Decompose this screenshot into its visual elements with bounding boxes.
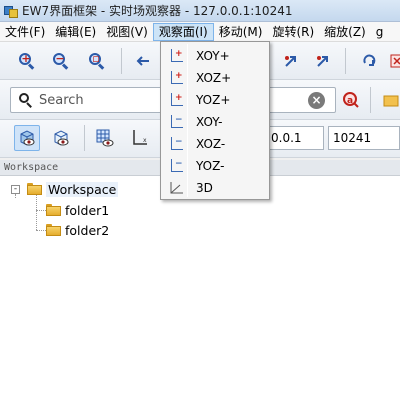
move-diag2-button[interactable]: [310, 48, 336, 74]
menu-zoom[interactable]: 缩放(Z): [319, 23, 371, 41]
menu-rotate[interactable]: 旋转(R): [267, 23, 319, 41]
menu-item-xoz-plus[interactable]: + XOZ+: [163, 67, 267, 89]
tree-item-folder1[interactable]: folder1: [46, 200, 109, 220]
wireframe-eye-icon: [54, 130, 69, 146]
menu-item-xoz-minus[interactable]: − XOZ-: [163, 133, 267, 155]
folder-icon: [46, 224, 61, 236]
menu-item-yoz-minus[interactable]: − YOZ-: [163, 155, 267, 177]
toolbar-separator: [121, 48, 122, 74]
rotate-icon: [363, 54, 376, 66]
clear-icon[interactable]: ×: [308, 92, 325, 109]
menu-observation-plane[interactable]: 观察面(I): [152, 22, 214, 41]
menu-item-xoy-plus[interactable]: + XOY+: [163, 45, 267, 67]
reset-button[interactable]: [384, 48, 400, 74]
cube-eye-icon: [20, 130, 35, 146]
search-go-icon: a: [343, 92, 359, 108]
grid-eye-icon: [96, 129, 114, 147]
menu-edit[interactable]: 编辑(E): [50, 23, 101, 41]
toolbar-separator: [370, 87, 371, 113]
tree-root-workspace[interactable]: - Workspace: [11, 179, 119, 199]
svg-text:a: a: [347, 96, 353, 106]
app-icon: [4, 4, 18, 18]
axis-icon: x: [133, 130, 147, 145]
extra-button[interactable]: [378, 87, 400, 113]
move-diagonal-icon: [317, 56, 328, 67]
plane-yoz-minus-icon: −: [168, 158, 184, 174]
menu-item-label: 3D: [196, 181, 213, 195]
plane-xoz-plus-icon: +: [168, 70, 184, 86]
folder-icon: [46, 204, 61, 216]
tree-label-folder1: folder1: [65, 202, 110, 218]
ip-address-field[interactable]: 0.0.1: [266, 126, 324, 150]
menu-item-label: XOZ+: [196, 71, 232, 85]
view-cube-button[interactable]: [14, 125, 40, 151]
menu-more[interactable]: g: [371, 23, 389, 41]
zoom-in-button[interactable]: +: [14, 48, 40, 74]
search-button[interactable]: a: [338, 87, 364, 113]
plane-xoy-minus-icon: −: [168, 114, 184, 130]
tree-label-workspace: Workspace: [46, 181, 119, 197]
workspace-tree: - Workspace folder1 folder2: [0, 176, 400, 400]
plane-xoz-minus-icon: −: [168, 136, 184, 152]
view-wire-button[interactable]: [48, 125, 74, 151]
search-icon: [19, 93, 33, 108]
toolbar-separator: [345, 48, 346, 74]
collapse-icon[interactable]: -: [11, 184, 20, 194]
title-bar: EW7界面框架 - 实时场观察器 - 127.0.0.1:10241: [0, 0, 400, 22]
svg-text:x: x: [143, 137, 147, 144]
plane-yoz-plus-icon: +: [168, 92, 184, 108]
menu-item-label: YOZ-: [196, 159, 225, 173]
plane-xoy-plus-icon: +: [168, 48, 184, 64]
port-field[interactable]: 10241: [328, 126, 400, 150]
menu-file[interactable]: 文件(F): [0, 23, 50, 41]
menu-item-xoy-minus[interactable]: − XOY-: [163, 111, 267, 133]
toolbar-separator: [84, 125, 85, 151]
folder-icon: [383, 95, 399, 107]
move-diag-button[interactable]: [278, 48, 304, 74]
menu-move[interactable]: 移动(M): [214, 23, 268, 41]
zoom-in-icon: +: [19, 53, 35, 70]
zoom-fit-icon: ▫: [89, 53, 105, 70]
view-3d-icon: [168, 180, 184, 196]
menu-item-label: YOZ+: [196, 93, 231, 107]
menu-item-3d[interactable]: 3D: [163, 177, 267, 199]
move-diagonal-icon: [285, 56, 296, 67]
menu-bar: 文件(F) 编辑(E) 视图(V) 观察面(I) 移动(M) 旋转(R) 缩放(…: [0, 22, 400, 42]
grid-button[interactable]: [92, 125, 118, 151]
rotate-button[interactable]: [356, 48, 382, 74]
reset-icon: [390, 54, 400, 68]
move-left-button[interactable]: [130, 48, 156, 74]
menu-view[interactable]: 视图(V): [101, 23, 153, 41]
menu-item-label: XOY+: [196, 49, 230, 63]
zoom-out-button[interactable]: −: [48, 48, 74, 74]
menu-item-label: XOZ-: [196, 137, 226, 151]
zoom-out-icon: −: [53, 53, 69, 70]
tree-item-folder2[interactable]: folder2: [46, 220, 109, 240]
menu-item-yoz-plus[interactable]: + YOZ+: [163, 89, 267, 111]
zoom-fit-button[interactable]: ▫: [84, 48, 110, 74]
menu-item-label: XOY-: [196, 115, 223, 129]
move-left-icon: [136, 56, 149, 66]
axis-button[interactable]: x: [126, 125, 152, 151]
tree-label-folder2: folder2: [65, 222, 110, 238]
folder-open-icon: [27, 183, 42, 195]
window-title: EW7界面框架 - 实时场观察器 - 127.0.0.1:10241: [22, 4, 293, 18]
observation-plane-menu: + XOY+ + XOZ+ + YOZ+ − XOY- − XOZ- − YOZ…: [160, 41, 270, 200]
